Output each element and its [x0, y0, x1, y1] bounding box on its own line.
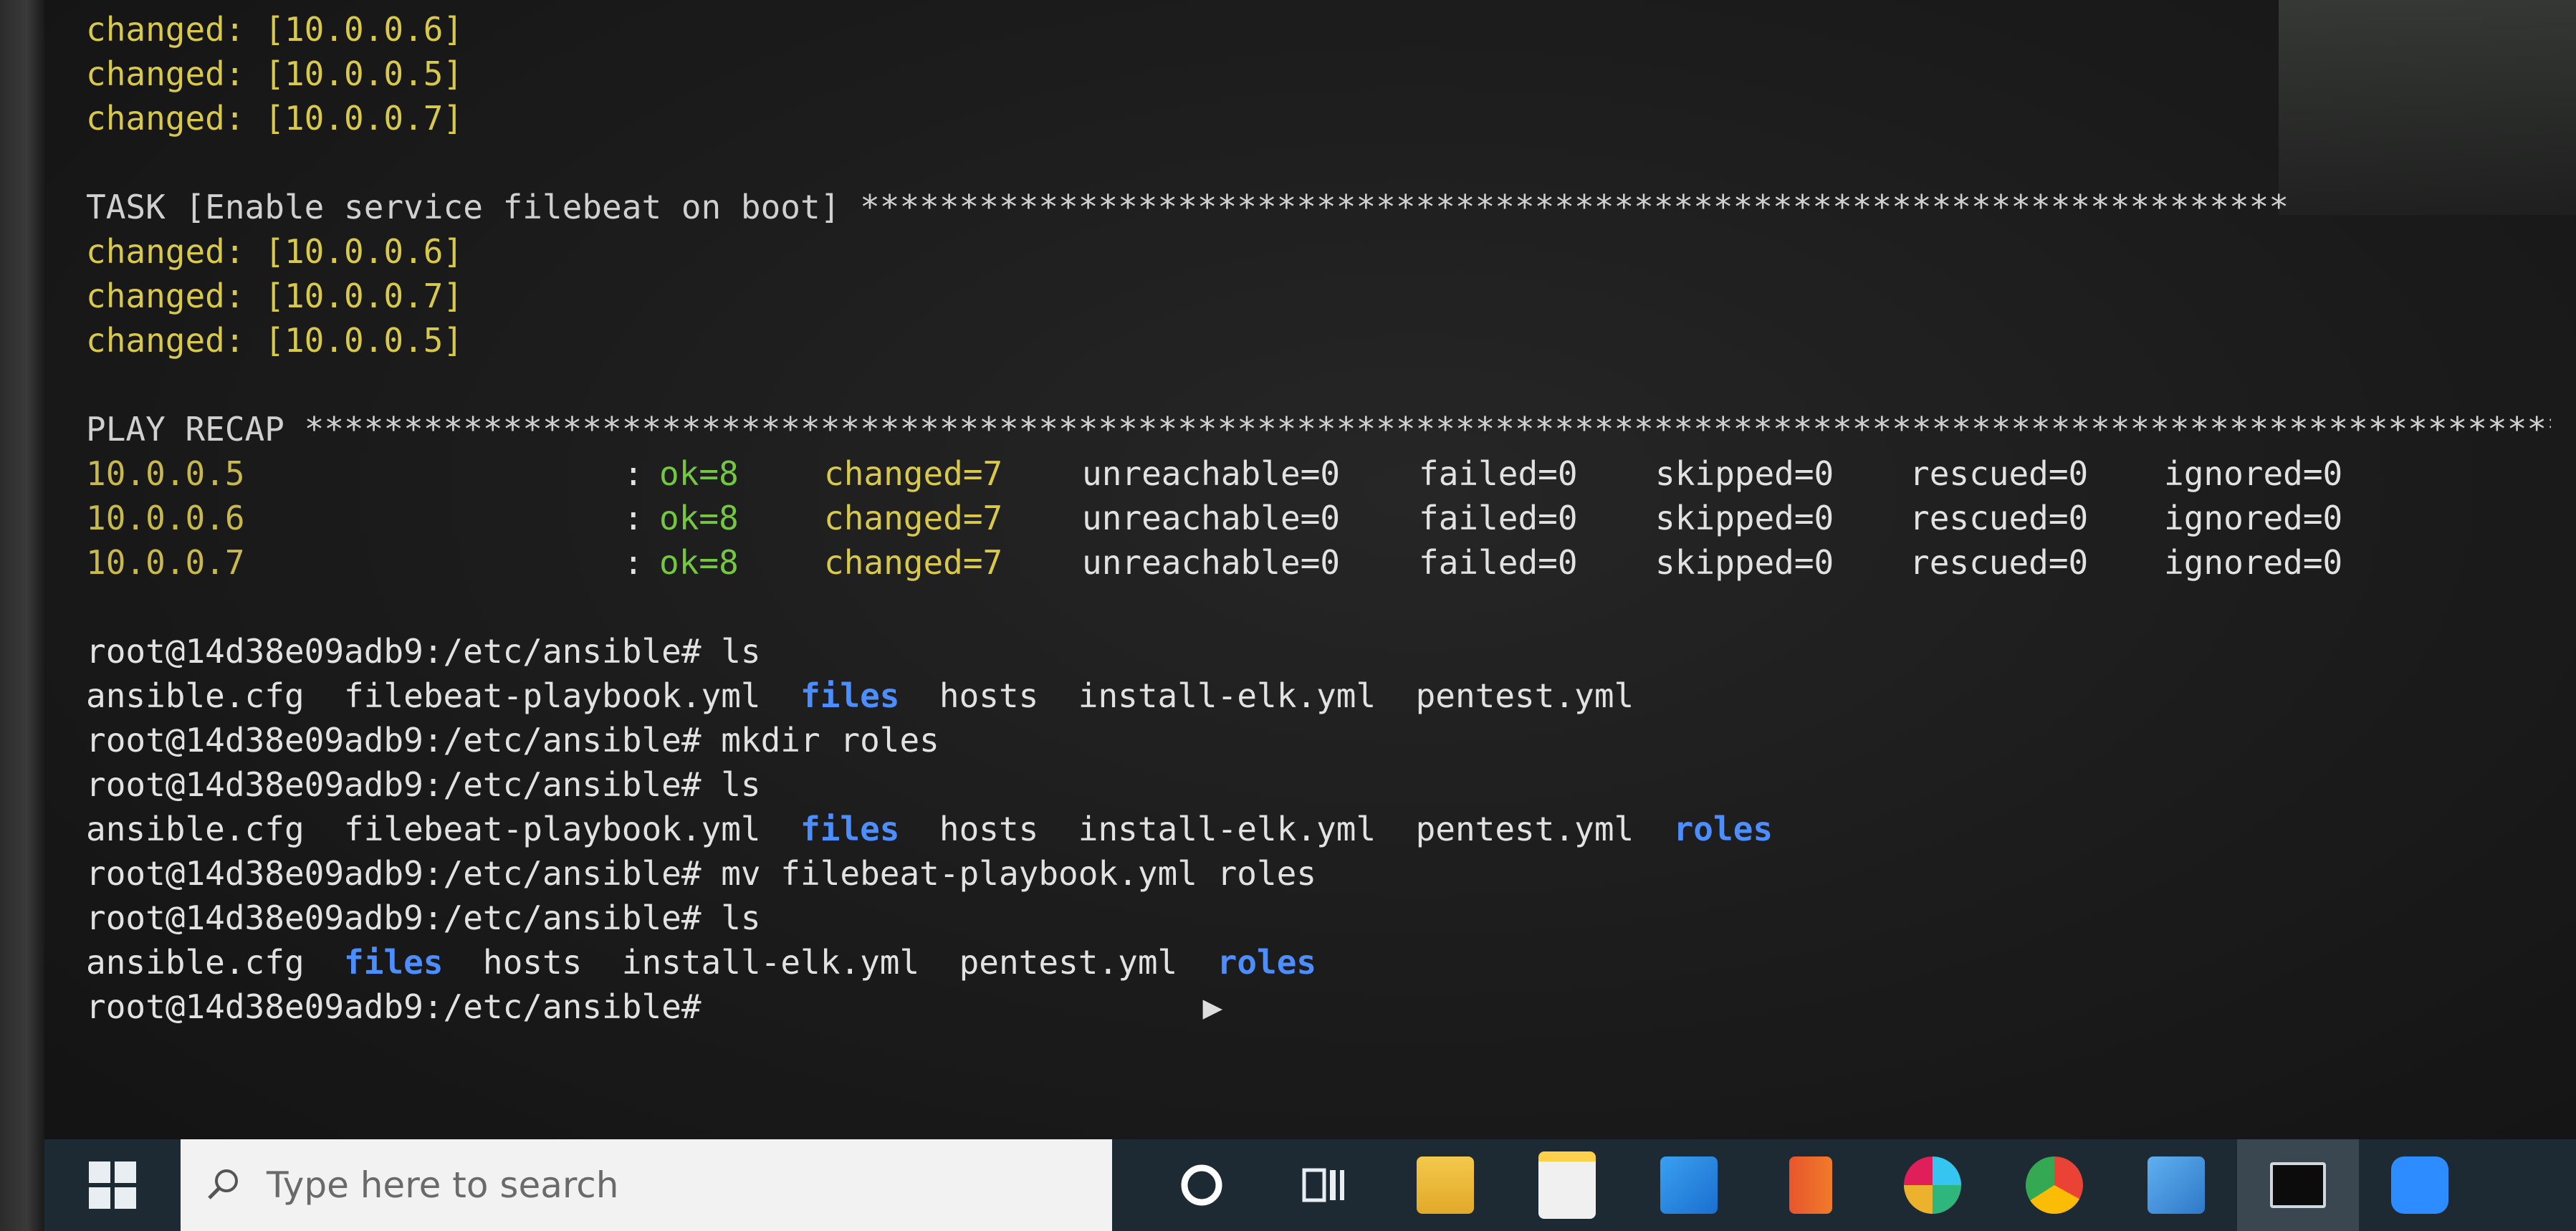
- command-line: root@14d38e09adb9:/etc/ansible# ls: [86, 629, 2551, 674]
- photos-icon[interactable]: [2115, 1139, 2237, 1231]
- recap-changed: changed=7: [824, 543, 1003, 582]
- recap-ignored: ignored=0: [2164, 454, 2343, 493]
- shell-prompt: root@14d38e09adb9:/etc/ansible#: [86, 765, 702, 804]
- task-header: TASK [Enable service filebeat on boot] *…: [86, 188, 2289, 226]
- slack-icon[interactable]: [1872, 1139, 1993, 1231]
- recap-row: 10.0.0.6 : ok=8 changed=7 unreachable=0 …: [86, 496, 2551, 540]
- recap-skipped: skipped=0: [1655, 543, 1834, 582]
- recap-skipped: skipped=0: [1655, 499, 1834, 537]
- ls-entry: ansible.cfg: [86, 676, 305, 715]
- command-text: ls: [701, 899, 761, 937]
- recap-failed: failed=0: [1419, 454, 1578, 493]
- monitor-bezel: [0, 0, 44, 1231]
- ls-entry: pentest.yml: [1415, 676, 1634, 715]
- recap-host: 10.0.0.7: [86, 543, 245, 582]
- terminal-line: changed: [10.0.0.6]: [86, 10, 464, 49]
- recap-changed: changed=7: [824, 454, 1003, 493]
- recap-unreachable: unreachable=0: [1082, 454, 1341, 493]
- terminal-window[interactable]: changed: [10.0.0.6] changed: [10.0.0.5] …: [86, 0, 2551, 1132]
- search-icon: [181, 1165, 267, 1205]
- recap-ok: ok=8: [659, 454, 739, 493]
- recap-unreachable: unreachable=0: [1082, 543, 1341, 582]
- terminal-icon[interactable]: [2237, 1139, 2359, 1231]
- recap-unreachable: unreachable=0: [1082, 499, 1341, 537]
- ls-entry-dir: roles: [1217, 943, 1317, 982]
- mouse-cursor-icon: ▶: [1202, 987, 1223, 1026]
- play-recap-header: PLAY RECAP *****************************…: [86, 410, 2551, 449]
- recap-skipped: skipped=0: [1655, 454, 1834, 493]
- ls-entry: ansible.cfg: [86, 810, 305, 848]
- terminal-line: changed: [10.0.0.6]: [86, 232, 464, 271]
- recap-ok: ok=8: [659, 543, 739, 582]
- screen: changed: [10.0.0.6] changed: [10.0.0.5] …: [0, 0, 2576, 1231]
- recap-failed: failed=0: [1419, 499, 1578, 537]
- search-box[interactable]: Type here to search: [181, 1139, 1112, 1231]
- store-icon[interactable]: [1506, 1139, 1628, 1231]
- recap-ignored: ignored=0: [2164, 543, 2343, 582]
- ls-entry-dir: roles: [1673, 810, 1773, 848]
- chrome-icon[interactable]: [1993, 1139, 2115, 1231]
- ls-entry: hosts: [939, 810, 1039, 848]
- taskbar-apps: [1141, 1139, 2481, 1231]
- recap-sep: :: [623, 454, 643, 493]
- search-placeholder: Type here to search: [267, 1164, 619, 1206]
- command-line: root@14d38e09adb9:/etc/ansible# ls: [86, 896, 2551, 940]
- ls-entry: hosts: [939, 676, 1039, 715]
- mail-icon[interactable]: [1628, 1139, 1750, 1231]
- ls-entry-dir: files: [800, 810, 900, 848]
- cortana-icon[interactable]: [1141, 1139, 1263, 1231]
- command-text: ls: [701, 632, 761, 671]
- shell-prompt: root@14d38e09adb9:/etc/ansible#: [86, 899, 702, 937]
- ls-entry-dir: files: [344, 943, 444, 982]
- shell-prompt: root@14d38e09adb9:/etc/ansible#: [86, 987, 702, 1026]
- ls-entry-dir: files: [800, 676, 900, 715]
- command-line: root@14d38e09adb9:/etc/ansible# mv fileb…: [86, 851, 2551, 896]
- terminal-line: changed: [10.0.0.7]: [86, 99, 464, 138]
- recap-row: 10.0.0.7 : ok=8 changed=7 unreachable=0 …: [86, 540, 2551, 585]
- recap-row: 10.0.0.5 : ok=8 changed=7 unreachable=0 …: [86, 451, 2551, 496]
- task-view-icon[interactable]: [1263, 1139, 1384, 1231]
- command-line-active[interactable]: root@14d38e09adb9:/etc/ansible# ▶: [86, 985, 2551, 1029]
- ls-entry: ansible.cfg: [86, 943, 305, 982]
- ls-entry: filebeat-playbook.yml: [344, 810, 761, 848]
- zoom-icon[interactable]: [2359, 1139, 2481, 1231]
- ls-entry: hosts: [482, 943, 583, 982]
- terminal-line: changed: [10.0.0.5]: [86, 54, 464, 93]
- terminal-line: changed: [10.0.0.5]: [86, 321, 464, 360]
- ls-output: ansible.cfg filebeat-playbook.yml files …: [86, 674, 2551, 718]
- ls-entry: install-elk.yml: [1078, 676, 1376, 715]
- command-text: ls: [701, 765, 761, 804]
- ls-entry: filebeat-playbook.yml: [344, 676, 761, 715]
- ls-entry: install-elk.yml: [1078, 810, 1376, 848]
- recap-sep: :: [623, 543, 643, 582]
- recap-host: 10.0.0.5: [86, 454, 245, 493]
- ls-entry: pentest.yml: [1415, 810, 1634, 848]
- ls-entry: pentest.yml: [959, 943, 1178, 982]
- recap-host: 10.0.0.6: [86, 499, 245, 537]
- terminal-line: changed: [10.0.0.7]: [86, 277, 464, 315]
- office-icon[interactable]: [1750, 1139, 1872, 1231]
- shell-prompt: root@14d38e09adb9:/etc/ansible#: [86, 721, 702, 760]
- windows-logo-icon: [89, 1161, 136, 1209]
- command-line: root@14d38e09adb9:/etc/ansible# mkdir ro…: [86, 718, 2551, 762]
- recap-ok: ok=8: [659, 499, 739, 537]
- command-text: mkdir roles: [701, 721, 939, 760]
- file-explorer-icon[interactable]: [1384, 1139, 1506, 1231]
- recap-rescued: rescued=0: [1910, 543, 2089, 582]
- shell-prompt: root@14d38e09adb9:/etc/ansible#: [86, 632, 702, 671]
- ls-output: ansible.cfg filebeat-playbook.yml files …: [86, 807, 2551, 851]
- taskbar: Type here to search: [44, 1139, 2576, 1231]
- recap-changed: changed=7: [824, 499, 1003, 537]
- command-text: mv filebeat-playbook.yml roles: [701, 854, 1317, 893]
- recap-ignored: ignored=0: [2164, 499, 2343, 537]
- recap-rescued: rescued=0: [1910, 454, 2089, 493]
- ls-output: ansible.cfg files hosts install-elk.yml …: [86, 940, 2551, 985]
- recap-rescued: rescued=0: [1910, 499, 2089, 537]
- ls-entry: install-elk.yml: [621, 943, 920, 982]
- start-button[interactable]: [44, 1139, 181, 1231]
- command-line: root@14d38e09adb9:/etc/ansible# ls: [86, 762, 2551, 807]
- recap-sep: :: [623, 499, 643, 537]
- recap-failed: failed=0: [1419, 543, 1578, 582]
- shell-prompt: root@14d38e09adb9:/etc/ansible#: [86, 854, 702, 893]
